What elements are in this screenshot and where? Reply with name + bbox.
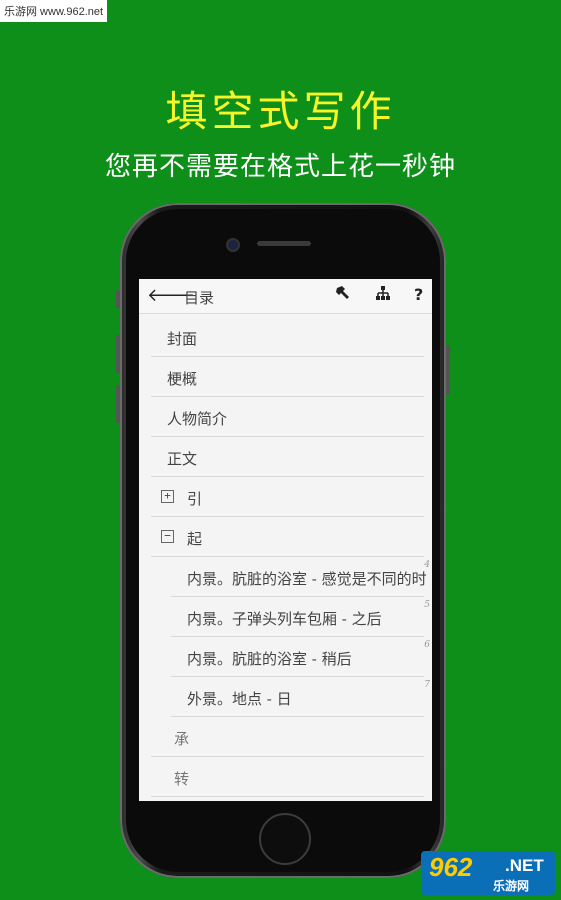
outline-item-label: 起 [187,530,203,548]
hierarchy-icon[interactable] [375,285,391,305]
phone-volume-down [116,385,120,423]
scene-item-6[interactable]: 内景。肮脏的浴室 - 稍后 6 [171,638,430,677]
outline-item-label: 引 [187,490,203,508]
front-camera [226,238,240,252]
help-icon[interactable]: ? [414,285,423,304]
earpiece-speaker [257,241,311,246]
outline-item-characters[interactable]: 人物简介 [151,398,424,437]
phone-volume-up [116,335,120,373]
outline-item-label: 承 [174,730,190,748]
expand-icon[interactable]: + [161,490,174,503]
site-logo: 962 .NET 乐游网 [421,851,555,895]
scene-label: 内景。子弹头列车包厢 - 之后 [187,610,382,628]
scene-label: 内景。肮脏的浴室 - 稍后 [187,650,352,668]
toolbar-title: 目录 [184,289,215,307]
outline-item-body[interactable]: 正文 [151,438,424,477]
outline-item-prologue[interactable]: + 引 [151,478,424,517]
outline-item-synopsis[interactable]: 梗概 [151,358,424,397]
logo-net: .NET [505,856,544,875]
app-toolbar: 🡐 目录 ? [139,279,432,314]
phone-mute-switch [116,290,120,308]
logo-number: 962 [429,852,473,882]
scene-label: 外景。地点 - 日 [187,690,292,708]
outline-item-label: 正文 [167,450,198,468]
outline-item-cover[interactable]: 封面 [151,318,424,357]
logo-cn: 乐游网 [493,879,530,893]
collapse-icon[interactable]: − [161,530,174,543]
scene-number: 5 [424,600,430,610]
scene-number: 7 [424,680,430,690]
outline-item-act-one[interactable]: − 起 [151,518,424,557]
scene-number: 6 [424,640,430,650]
app-screen: 🡐 目录 ? 封面 梗概 人物简介 正文 + 引 − 起 内景。肮脏的浴室 - … [139,279,432,801]
outline-item-label: 封面 [167,330,198,348]
hammer-icon[interactable] [335,285,351,305]
scene-item-7[interactable]: 外景。地点 - 日 7 [171,678,430,717]
phone-power-button [446,345,450,395]
outline-item-act-two[interactable]: 承 [151,718,424,757]
subheadline: 您再不需要在格式上花一秒钟 [104,152,456,182]
home-button [259,813,311,865]
scene-item-4[interactable]: 内景。肮脏的浴室 - 感觉是不同的时 4 [171,558,430,597]
scene-label: 内景。肮脏的浴室 - 感觉是不同的时 [187,570,427,588]
scene-number: 4 [424,560,430,570]
site-watermark: 乐游网 www.962.net [0,0,108,22]
scene-item-5[interactable]: 内景。子弹头列车包厢 - 之后 5 [171,598,430,637]
headline: 填空式写作 [165,87,396,136]
outline-item-act-three[interactable]: 转 [151,758,424,797]
outline-item-label: 梗概 [167,370,198,388]
outline-item-label: 转 [174,770,190,788]
outline-item-label: 人物简介 [167,410,228,428]
outline-list: 封面 梗概 人物简介 正文 + 引 − 起 内景。肮脏的浴室 - 感觉是不同的时… [139,318,432,798]
